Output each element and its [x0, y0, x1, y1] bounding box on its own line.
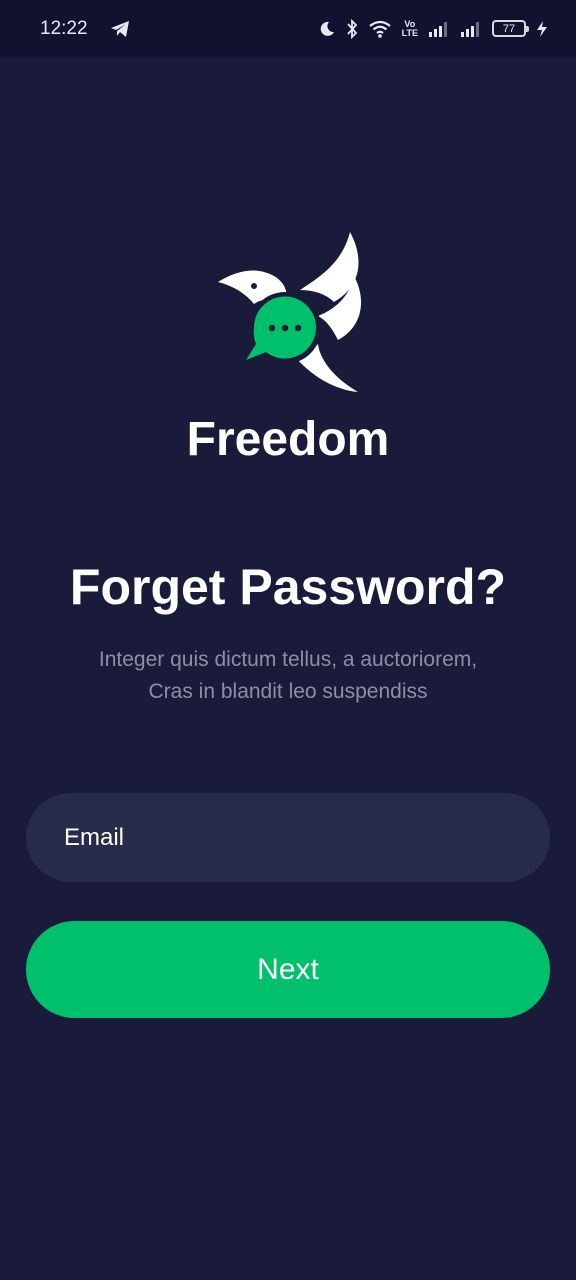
email-field[interactable]: [64, 823, 550, 852]
subtitle-line-2: Cras in blandit leo suspendiss: [148, 680, 428, 703]
signal-icon: [429, 21, 447, 37]
app-name: Freedom: [186, 413, 390, 466]
subtitle-line-1: Integer quis dictum tellus, a auctoriore…: [98, 648, 478, 671]
bluetooth-icon: [346, 18, 357, 39]
telegram-icon: [110, 20, 129, 37]
charging-icon: [537, 20, 547, 37]
status-bar: 12:22 Vo LTE 77: [0, 0, 576, 57]
battery-icon: 77: [492, 20, 529, 37]
page-title: Forget Password?: [69, 559, 507, 615]
volte-label-bottom: LTE: [401, 27, 418, 38]
moon-icon: [320, 21, 334, 36]
volte-indicator: Vo LTE: [401, 19, 418, 38]
battery-level: 77: [502, 22, 516, 35]
wifi-icon: [368, 20, 391, 38]
next-button[interactable]: Next: [26, 921, 550, 1018]
status-time: 12:22: [40, 17, 88, 39]
status-icons: Vo LTE 77: [318, 18, 548, 39]
signal-icon: [461, 21, 479, 37]
page-subtitle: Integer quis dictum tellus, a auctoriore…: [40, 644, 536, 708]
email-field-container[interactable]: [26, 793, 550, 882]
bird-chat-logo-icon: [218, 232, 362, 392]
